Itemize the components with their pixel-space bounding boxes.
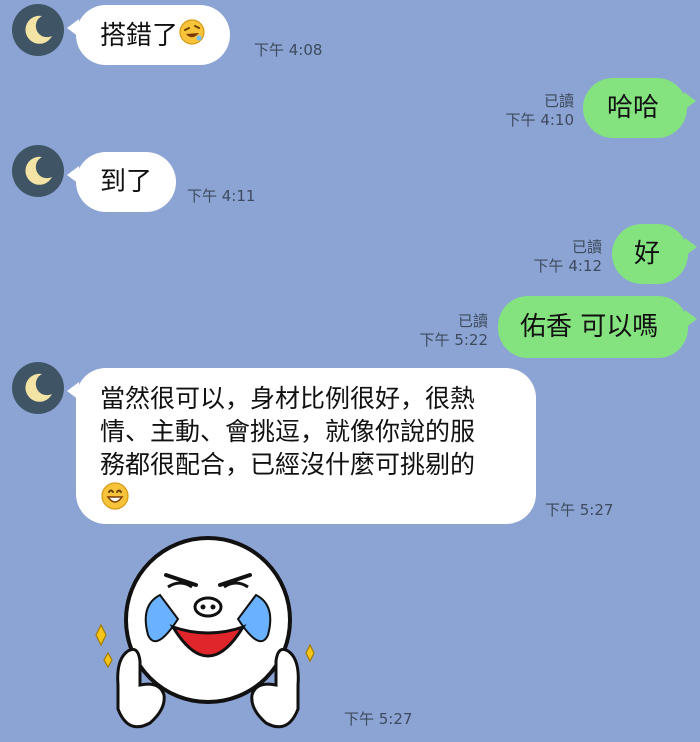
message-text: 佑香 可以嗎 <box>520 312 659 342</box>
message-time: 下午 4:12 <box>533 257 602 275</box>
read-receipt: 已讀 <box>571 238 602 256</box>
rolling-laughing-emoji <box>178 18 206 55</box>
message-bubble[interactable]: 搭錯了 <box>66 5 231 65</box>
message-text: 搭錯了 <box>100 21 179 51</box>
message-time: 下午 4:08 <box>254 41 323 59</box>
avatar[interactable] <box>12 4 64 56</box>
message-line: 務都很配合，已經沒什麼可挑剔的 <box>100 450 476 479</box>
message-line: 情、主動、會挑逗，就像你說的服 <box>100 417 476 446</box>
message-line: 當然很可以，身材比例很好，很熱 <box>100 384 476 413</box>
message-meta: 已讀 下午 4:10 <box>506 92 574 130</box>
message-bubble[interactable]: 佑香 可以嗎 <box>498 296 697 358</box>
crescent-moon-icon <box>25 373 52 402</box>
crescent-moon-icon <box>25 15 52 44</box>
message-time: 下午 4:11 <box>187 187 256 205</box>
message-meta: 已讀 下午 4:12 <box>534 238 602 276</box>
grinning-face-emoji <box>100 481 130 519</box>
crescent-moon-icon <box>25 156 52 185</box>
message-time: 下午 5:27 <box>545 501 614 519</box>
read-receipt: 已讀 <box>543 92 574 110</box>
avatar[interactable] <box>12 362 64 414</box>
message-time: 下午 5:22 <box>419 331 488 349</box>
message-text: 哈哈 <box>607 93 660 123</box>
message-bubble[interactable]: 哈哈 <box>583 78 696 138</box>
message-meta: 已讀 下午 5:22 <box>420 312 488 350</box>
message-time: 下午 5:27 <box>344 710 413 728</box>
message-bubble[interactable]: 好 <box>612 224 697 284</box>
message-text: 好 <box>634 239 661 269</box>
message-bubble[interactable]: 當然很可以，身材比例很好，很熱 情、主動、會挑逗，就像你說的服 務都很配合，已經… <box>67 368 536 524</box>
message-text: 到了 <box>100 167 153 197</box>
message-time: 下午 4:10 <box>505 111 574 129</box>
crying-laughing-thumbs-up-sticker[interactable] <box>78 535 338 735</box>
read-receipt: 已讀 <box>457 312 488 330</box>
avatar[interactable] <box>12 145 64 197</box>
message-bubble[interactable]: 到了 <box>66 152 177 212</box>
